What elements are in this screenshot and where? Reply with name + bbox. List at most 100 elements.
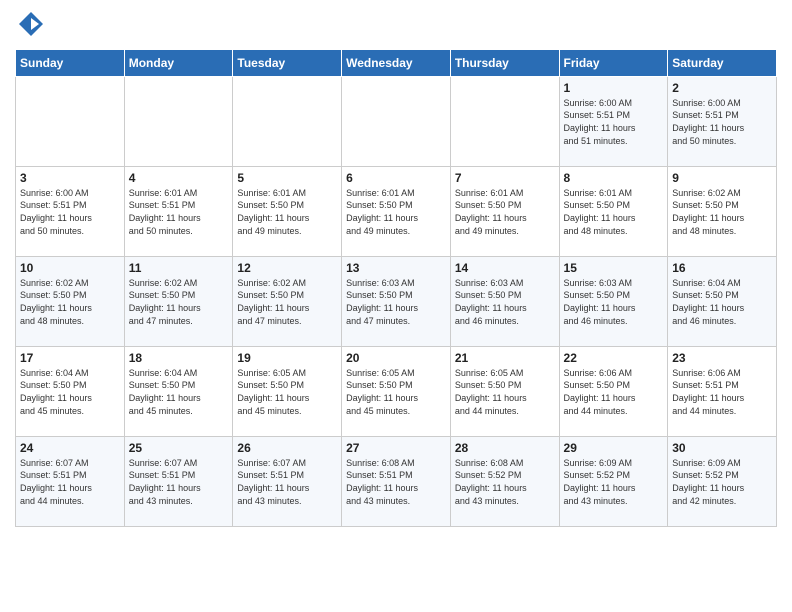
calendar-cell: 30 Sunrise: 6:09 AMSunset: 5:52 PMDayligh… bbox=[668, 436, 777, 526]
day-info: Sunrise: 6:07 AMSunset: 5:51 PMDaylight:… bbox=[237, 457, 337, 507]
day-of-week-header: Wednesday bbox=[342, 49, 451, 76]
calendar-cell: 13 Sunrise: 6:03 AMSunset: 5:50 PMDayligh… bbox=[342, 256, 451, 346]
day-number: 15 bbox=[564, 261, 664, 275]
day-number: 24 bbox=[20, 441, 120, 455]
calendar-cell: 6Sunrise: 6:01 AMSunset: 5:50 PMDaylight… bbox=[342, 166, 451, 256]
calendar-cell bbox=[342, 76, 451, 166]
day-info: Sunrise: 6:04 AMSunset: 5:50 PMDaylight:… bbox=[20, 367, 120, 417]
calendar-cell: 8 Sunrise: 6:01 AMSunset: 5:50 PMDaylight… bbox=[559, 166, 668, 256]
day-of-week-header: Friday bbox=[559, 49, 668, 76]
day-number: 7 bbox=[455, 171, 555, 185]
day-info: Sunrise: 6:06 AMSunset: 5:50 PMDaylight:… bbox=[564, 367, 664, 417]
calendar-cell: 7 Sunrise: 6:01 AMSunset: 5:50 PMDaylight… bbox=[450, 166, 559, 256]
calendar-cell: 25Sunrise: 6:07 AMSunset: 5:51 PMDayligh… bbox=[124, 436, 233, 526]
day-of-week-header: Sunday bbox=[16, 49, 125, 76]
logo-text bbox=[15, 10, 45, 43]
day-info: Sunrise: 6:05 AMSunset: 5:50 PMDaylight:… bbox=[237, 367, 337, 417]
day-info: Sunrise: 6:04 AMSunset: 5:50 PMDaylight:… bbox=[672, 277, 772, 327]
calendar-cell: 19 Sunrise: 6:05 AMSunset: 5:50 PMDayligh… bbox=[233, 346, 342, 436]
calendar-cell: 5Sunrise: 6:01 AMSunset: 5:50 PMDaylight… bbox=[233, 166, 342, 256]
header-row: SundayMondayTuesdayWednesdayThursdayFrid… bbox=[16, 49, 777, 76]
day-number: 21 bbox=[455, 351, 555, 365]
calendar-cell: 9 Sunrise: 6:02 AMSunset: 5:50 PMDaylight… bbox=[668, 166, 777, 256]
day-info: Sunrise: 6:00 AMSunset: 5:51 PMDaylight:… bbox=[672, 97, 772, 147]
calendar-week-row: 1 Sunrise: 6:00 AMSunset: 5:51 PMDaylight… bbox=[16, 76, 777, 166]
calendar-cell bbox=[450, 76, 559, 166]
calendar-cell: 26 Sunrise: 6:07 AMSunset: 5:51 PMDayligh… bbox=[233, 436, 342, 526]
day-info: Sunrise: 6:09 AMSunset: 5:52 PMDaylight:… bbox=[672, 457, 772, 507]
calendar-cell: 11 Sunrise: 6:02 AMSunset: 5:50 PMDayligh… bbox=[124, 256, 233, 346]
calendar-page: SundayMondayTuesdayWednesdayThursdayFrid… bbox=[0, 0, 792, 542]
day-number: 5 bbox=[237, 171, 337, 185]
day-info: Sunrise: 6:02 AMSunset: 5:50 PMDaylight:… bbox=[237, 277, 337, 327]
day-number: 20 bbox=[346, 351, 446, 365]
day-number: 19 bbox=[237, 351, 337, 365]
day-info: Sunrise: 6:07 AMSunset: 5:51 PMDaylight:… bbox=[20, 457, 120, 507]
calendar-cell bbox=[233, 76, 342, 166]
day-info: Sunrise: 6:09 AMSunset: 5:52 PMDaylight:… bbox=[564, 457, 664, 507]
day-info: Sunrise: 6:01 AMSunset: 5:50 PMDaylight:… bbox=[455, 187, 555, 237]
calendar-week-row: 10 Sunrise: 6:02 AMSunset: 5:50 PMDayligh… bbox=[16, 256, 777, 346]
day-number: 28 bbox=[455, 441, 555, 455]
calendar-cell: 1 Sunrise: 6:00 AMSunset: 5:51 PMDaylight… bbox=[559, 76, 668, 166]
day-info: Sunrise: 6:02 AMSunset: 5:50 PMDaylight:… bbox=[129, 277, 229, 327]
calendar-cell: 24 Sunrise: 6:07 AMSunset: 5:51 PMDayligh… bbox=[16, 436, 125, 526]
day-info: Sunrise: 6:02 AMSunset: 5:50 PMDaylight:… bbox=[672, 187, 772, 237]
day-number: 23 bbox=[672, 351, 772, 365]
day-of-week-header: Thursday bbox=[450, 49, 559, 76]
calendar-cell: 3Sunrise: 6:00 AMSunset: 5:51 PMDaylight… bbox=[16, 166, 125, 256]
day-number: 13 bbox=[346, 261, 446, 275]
day-number: 26 bbox=[237, 441, 337, 455]
day-number: 17 bbox=[20, 351, 120, 365]
calendar-cell: 23 Sunrise: 6:06 AMSunset: 5:51 PMDayligh… bbox=[668, 346, 777, 436]
day-number: 10 bbox=[20, 261, 120, 275]
day-info: Sunrise: 6:05 AMSunset: 5:50 PMDaylight:… bbox=[346, 367, 446, 417]
calendar-header: SundayMondayTuesdayWednesdayThursdayFrid… bbox=[16, 49, 777, 76]
calendar-cell: 27Sunrise: 6:08 AMSunset: 5:51 PMDayligh… bbox=[342, 436, 451, 526]
calendar-cell: 20 Sunrise: 6:05 AMSunset: 5:50 PMDayligh… bbox=[342, 346, 451, 436]
calendar-cell: 17 Sunrise: 6:04 AMSunset: 5:50 PMDayligh… bbox=[16, 346, 125, 436]
calendar-cell: 2 Sunrise: 6:00 AMSunset: 5:51 PMDaylight… bbox=[668, 76, 777, 166]
calendar-cell: 22 Sunrise: 6:06 AMSunset: 5:50 PMDayligh… bbox=[559, 346, 668, 436]
day-info: Sunrise: 6:03 AMSunset: 5:50 PMDaylight:… bbox=[346, 277, 446, 327]
day-of-week-header: Tuesday bbox=[233, 49, 342, 76]
header bbox=[15, 10, 777, 43]
calendar-cell: 4Sunrise: 6:01 AMSunset: 5:51 PMDaylight… bbox=[124, 166, 233, 256]
day-info: Sunrise: 6:02 AMSunset: 5:50 PMDaylight:… bbox=[20, 277, 120, 327]
day-number: 14 bbox=[455, 261, 555, 275]
day-info: Sunrise: 6:00 AMSunset: 5:51 PMDaylight:… bbox=[564, 97, 664, 147]
calendar-cell: 18Sunrise: 6:04 AMSunset: 5:50 PMDayligh… bbox=[124, 346, 233, 436]
calendar-cell: 14Sunrise: 6:03 AMSunset: 5:50 PMDayligh… bbox=[450, 256, 559, 346]
day-number: 22 bbox=[564, 351, 664, 365]
day-info: Sunrise: 6:01 AMSunset: 5:50 PMDaylight:… bbox=[346, 187, 446, 237]
logo-icon bbox=[17, 10, 45, 38]
day-number: 2 bbox=[672, 81, 772, 95]
calendar-week-row: 3Sunrise: 6:00 AMSunset: 5:51 PMDaylight… bbox=[16, 166, 777, 256]
day-number: 9 bbox=[672, 171, 772, 185]
day-number: 1 bbox=[564, 81, 664, 95]
day-info: Sunrise: 6:01 AMSunset: 5:50 PMDaylight:… bbox=[564, 187, 664, 237]
day-number: 27 bbox=[346, 441, 446, 455]
day-number: 29 bbox=[564, 441, 664, 455]
day-info: Sunrise: 6:07 AMSunset: 5:51 PMDaylight:… bbox=[129, 457, 229, 507]
day-number: 11 bbox=[129, 261, 229, 275]
day-number: 16 bbox=[672, 261, 772, 275]
calendar-cell bbox=[16, 76, 125, 166]
calendar-cell: 29 Sunrise: 6:09 AMSunset: 5:52 PMDayligh… bbox=[559, 436, 668, 526]
calendar-week-row: 17 Sunrise: 6:04 AMSunset: 5:50 PMDayligh… bbox=[16, 346, 777, 436]
day-of-week-header: Saturday bbox=[668, 49, 777, 76]
calendar-table: SundayMondayTuesdayWednesdayThursdayFrid… bbox=[15, 49, 777, 527]
day-number: 8 bbox=[564, 171, 664, 185]
day-info: Sunrise: 6:06 AMSunset: 5:51 PMDaylight:… bbox=[672, 367, 772, 417]
day-number: 12 bbox=[237, 261, 337, 275]
day-info: Sunrise: 6:08 AMSunset: 5:52 PMDaylight:… bbox=[455, 457, 555, 507]
day-info: Sunrise: 6:04 AMSunset: 5:50 PMDaylight:… bbox=[129, 367, 229, 417]
day-of-week-header: Monday bbox=[124, 49, 233, 76]
calendar-cell: 15Sunrise: 6:03 AMSunset: 5:50 PMDayligh… bbox=[559, 256, 668, 346]
calendar-cell: 10 Sunrise: 6:02 AMSunset: 5:50 PMDayligh… bbox=[16, 256, 125, 346]
day-number: 30 bbox=[672, 441, 772, 455]
day-info: Sunrise: 6:01 AMSunset: 5:51 PMDaylight:… bbox=[129, 187, 229, 237]
calendar-cell bbox=[124, 76, 233, 166]
day-info: Sunrise: 6:05 AMSunset: 5:50 PMDaylight:… bbox=[455, 367, 555, 417]
logo bbox=[15, 10, 45, 43]
